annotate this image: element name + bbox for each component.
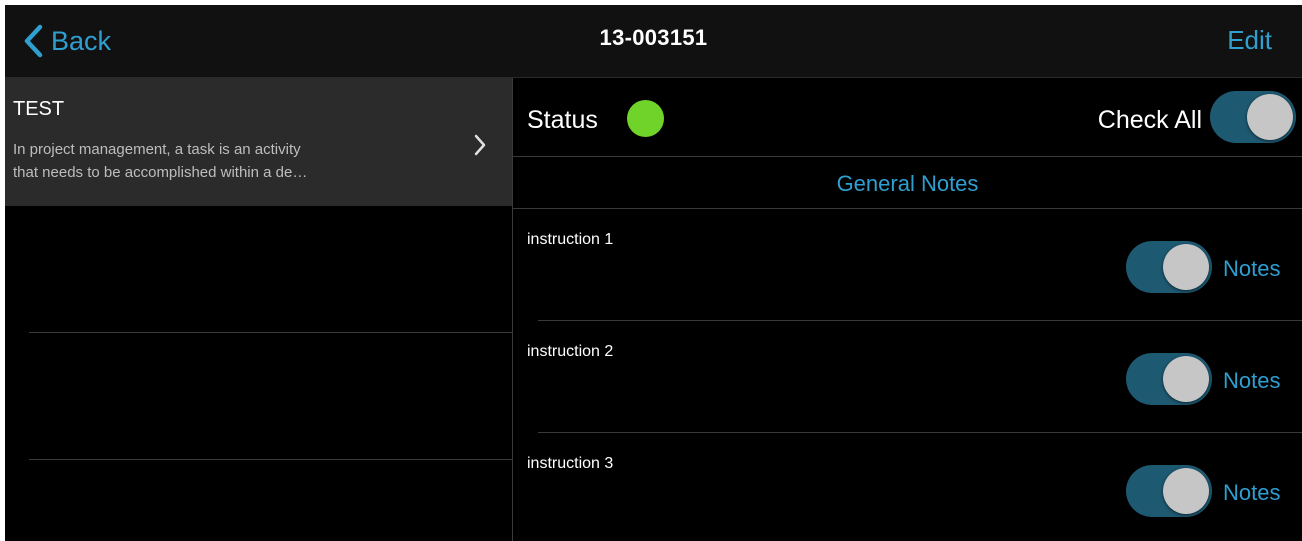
instruction-toggle[interactable] (1126, 465, 1212, 517)
status-row: Status Check All (513, 78, 1302, 157)
instruction-toggle[interactable] (1126, 353, 1212, 405)
status-indicator (627, 100, 664, 137)
toggle-knob (1163, 244, 1209, 290)
edit-button[interactable]: Edit (1227, 25, 1272, 56)
task-title: TEST (13, 98, 65, 120)
toggle-knob (1247, 94, 1293, 140)
check-all-label: Check All (1097, 106, 1202, 134)
notes-button[interactable]: Notes (1223, 480, 1280, 506)
toggle-knob (1163, 356, 1209, 402)
general-notes-button[interactable]: General Notes (513, 171, 1302, 197)
task-list: TEST In project management, a task is an… (5, 78, 512, 541)
notes-button[interactable]: Notes (1223, 368, 1280, 394)
navigation-bar: Back 13-003151 Edit (5, 5, 1302, 78)
check-all-toggle[interactable] (1210, 91, 1296, 143)
list-divider (29, 332, 512, 333)
status-label: Status (527, 106, 598, 134)
instruction-label: instruction 1 (527, 231, 614, 248)
list-divider (538, 320, 1302, 321)
list-divider (538, 432, 1302, 433)
task-description: In project management, a task is an acti… (13, 138, 453, 184)
detail-pane: Status Check All General Notes instructi… (513, 78, 1302, 541)
notes-button[interactable]: Notes (1223, 256, 1280, 282)
task-description-line-2: that needs to be accomplished within a d… (13, 164, 308, 181)
task-description-line-1: In project management, a task is an acti… (13, 141, 301, 158)
list-divider (29, 459, 512, 460)
page-title: 13-003151 (599, 25, 708, 50)
chevron-right-icon (473, 133, 487, 162)
toggle-knob (1163, 468, 1209, 514)
general-notes-row[interactable]: General Notes (513, 157, 1302, 209)
instruction-label: instruction 2 (527, 343, 614, 360)
instruction-label: instruction 3 (527, 455, 614, 472)
instruction-toggle[interactable] (1126, 241, 1212, 293)
task-cell[interactable]: TEST In project management, a task is an… (5, 78, 512, 206)
app-screen: Back 13-003151 Edit TEST In project mana… (5, 5, 1302, 541)
